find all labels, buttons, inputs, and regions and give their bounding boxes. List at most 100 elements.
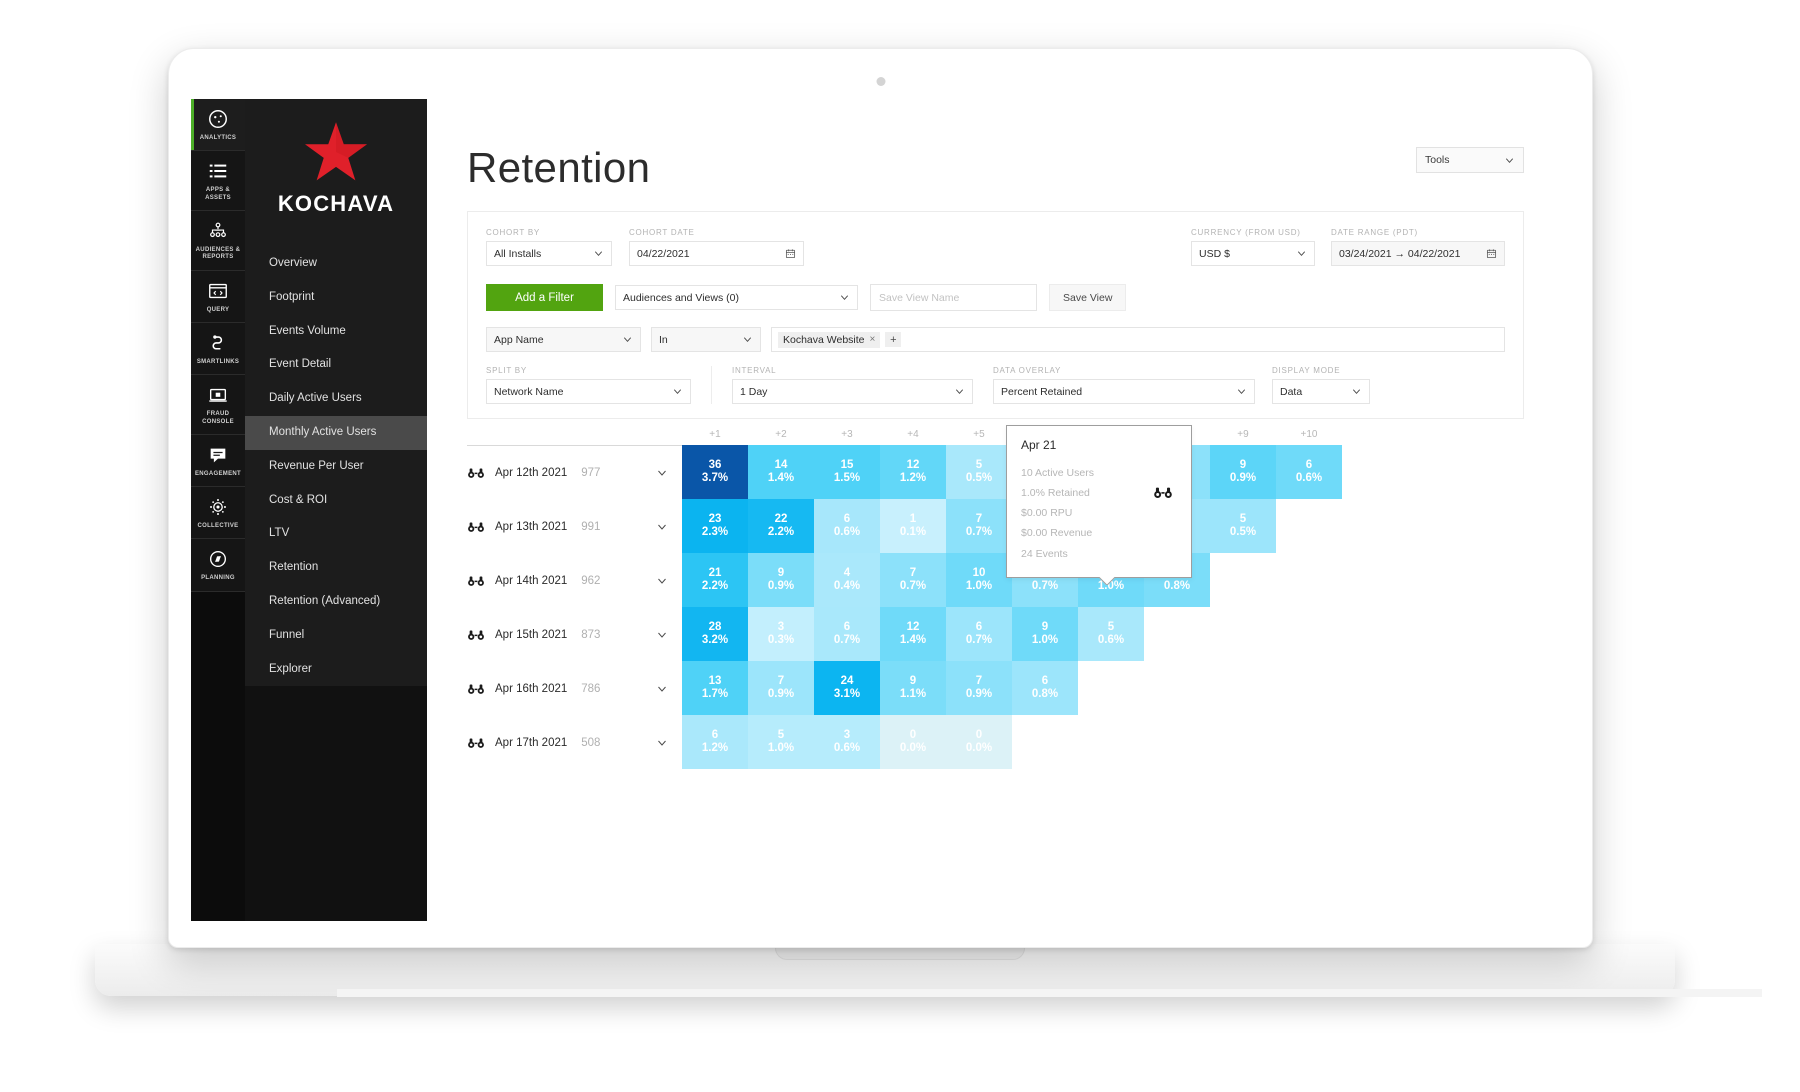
nav-item-retention-advanced[interactable]: Retention (Advanced) — [245, 585, 427, 619]
date-range-input[interactable]: 03/24/2021 → 04/22/2021 — [1331, 241, 1505, 266]
nav-item-cost-and-roi[interactable]: Cost & ROI — [245, 484, 427, 518]
rail-item-query[interactable]: QUERY — [191, 271, 245, 323]
binoculars-icon[interactable] — [467, 737, 485, 749]
rail-item-audiences-reports[interactable]: AUDIENCES & REPORTS — [191, 211, 245, 271]
save-view-name-input[interactable]: Save View Name — [870, 284, 1037, 311]
rail-item-planning[interactable]: PLANNING — [191, 539, 245, 592]
nav-item-footprint[interactable]: Footprint — [245, 281, 427, 315]
heatmap-cell[interactable]: 40.4% — [814, 553, 880, 607]
nav-item-retention[interactable]: Retention — [245, 551, 427, 585]
nav-item-explorer[interactable]: Explorer — [245, 653, 427, 687]
condition-value-tagbox[interactable]: Kochava Website × + — [771, 327, 1505, 352]
display-mode-value: Data — [1280, 385, 1303, 398]
nav-item-funnel[interactable]: Funnel — [245, 619, 427, 653]
heatmap-cell[interactable]: 15 1.5% — [814, 445, 880, 499]
nav-item-event-detail[interactable]: Event Detail — [245, 348, 427, 382]
heatmap-cell[interactable]: 6 0.8% — [1012, 661, 1078, 715]
heatmap-cell[interactable]: 0 0.0% — [880, 715, 946, 769]
heatmap-cell[interactable]: 23 2.3% — [682, 499, 748, 553]
heatmap-cell[interactable]: 5 1.0% — [748, 715, 814, 769]
heatmap-row-label[interactable]: Apr 17th 2021 508 — [467, 716, 682, 770]
binoculars-icon[interactable] — [467, 629, 485, 641]
heatmap-cell[interactable]: 6 0.7% — [814, 607, 880, 661]
cohort-by-select[interactable]: All Installs — [486, 241, 612, 266]
heatmap-cell[interactable]: 60.6% — [1276, 445, 1342, 499]
nav-item-monthly-active-users[interactable]: Monthly Active Users — [245, 415, 427, 450]
heatmap-cell[interactable]: 9 0.9% — [1210, 445, 1276, 499]
heatmap-cell[interactable]: 21 2.2% — [682, 553, 748, 607]
chevron-down-icon[interactable] — [656, 683, 668, 695]
heatmap-cell[interactable]: 13 1.7% — [682, 661, 748, 715]
display-mode-select[interactable]: Data — [1272, 379, 1370, 404]
nav-item-daily-active-users[interactable]: Daily Active Users — [245, 382, 427, 416]
heatmap-cell[interactable]: 7 0.9% — [946, 661, 1012, 715]
heatmap-row-label[interactable]: Apr 15th 2021 873 — [467, 608, 682, 662]
heatmap-cell[interactable]: 1 0.1% — [880, 499, 946, 553]
calendar-icon[interactable] — [1486, 248, 1497, 259]
audiences-and-views-select[interactable]: Audiences and Views (0) — [615, 285, 858, 310]
heatmap-cell[interactable]: 7 0.9% — [748, 661, 814, 715]
data-overlay-select[interactable]: Percent Retained — [993, 379, 1255, 404]
save-view-button[interactable]: Save View — [1049, 284, 1127, 311]
currency-select[interactable]: USD $ — [1191, 241, 1315, 266]
heatmap-cell[interactable]: 50.5% — [1210, 499, 1276, 553]
heatmap-cell[interactable]: 70.7% — [946, 499, 1012, 553]
condition-tag[interactable]: Kochava Website × — [778, 331, 881, 348]
heatmap-cell[interactable]: 0 0.0% — [946, 715, 1012, 769]
heatmap-cell[interactable]: 3 0.6% — [814, 715, 880, 769]
binoculars-icon[interactable] — [1153, 486, 1173, 499]
rail-item-analytics[interactable]: ANALYTICS — [191, 99, 245, 152]
chevron-down-icon[interactable] — [656, 521, 668, 533]
heatmap-row-label[interactable]: Apr 12th 2021 977 — [467, 446, 682, 500]
tools-dropdown[interactable]: Tools — [1416, 147, 1524, 173]
chevron-down-icon[interactable] — [656, 629, 668, 641]
heatmap-cell[interactable]: 12 1.2% — [880, 445, 946, 499]
binoculars-icon[interactable] — [467, 575, 485, 587]
heatmap-cell[interactable]: 5 0.6% — [1078, 607, 1144, 661]
nav-item-revenue-per-user[interactable]: Revenue Per User — [245, 450, 427, 484]
heatmap-row-label[interactable]: Apr 13th 2021 991 — [467, 500, 682, 554]
rail-item-fraud-console[interactable]: FRAUD CONSOLE — [191, 375, 245, 435]
interval-select[interactable]: 1 Day — [732, 379, 973, 404]
heatmap-cell[interactable]: 50.5% — [946, 445, 1012, 499]
heatmap-cell[interactable]: 6 1.2% — [682, 715, 748, 769]
condition-operator-select[interactable]: In — [651, 327, 761, 352]
chevron-down-icon[interactable] — [656, 467, 668, 479]
add-tag-button[interactable]: + — [885, 332, 902, 347]
heatmap-cell[interactable]: 3 0.3% — [748, 607, 814, 661]
close-icon[interactable]: × — [870, 334, 876, 345]
heatmap-cell[interactable]: 101.0% — [946, 553, 1012, 607]
heatmap-cell[interactable]: 70.7% — [880, 553, 946, 607]
rail-item-engagement[interactable]: ENGAGEMENT — [191, 435, 245, 488]
split-by-select[interactable]: Network Name — [486, 379, 691, 404]
heatmap-row-label[interactable]: Apr 14th 2021 962 — [467, 554, 682, 608]
heatmap-cell[interactable]: 14 1.4% — [748, 445, 814, 499]
heatmap-cell[interactable]: 9 1.1% — [880, 661, 946, 715]
heatmap-row-label[interactable]: Apr 16th 2021 786 — [467, 662, 682, 716]
heatmap-cell[interactable]: 28 3.2% — [682, 607, 748, 661]
nav-item-overview[interactable]: Overview — [245, 247, 427, 281]
binoculars-icon[interactable] — [467, 521, 485, 533]
cohort-date-input[interactable]: 04/22/2021 — [629, 241, 804, 266]
heatmap-cell[interactable]: 60.6% — [814, 499, 880, 553]
rail-item-apps-assets[interactable]: APPS & ASSETS — [191, 151, 245, 211]
add-filter-button[interactable]: Add a Filter — [486, 284, 603, 311]
heatmap-cell-value: 7 — [975, 512, 983, 525]
heatmap-cell[interactable]: 9 0.9% — [748, 553, 814, 607]
calendar-icon[interactable] — [785, 248, 796, 259]
heatmap-cell[interactable]: 24 3.1% — [814, 661, 880, 715]
binoculars-icon[interactable] — [467, 683, 485, 695]
rail-item-smartlinks[interactable]: SMARTLINKS — [191, 323, 245, 376]
heatmap-cell[interactable]: 9 1.0% — [1012, 607, 1078, 661]
nav-item-ltv[interactable]: LTV — [245, 517, 427, 551]
heatmap-cell[interactable]: 6 0.7% — [946, 607, 1012, 661]
binoculars-icon[interactable] — [467, 467, 485, 479]
rail-item-collective[interactable]: COLLECTIVE — [191, 487, 245, 540]
chevron-down-icon[interactable] — [656, 575, 668, 587]
heatmap-cell[interactable]: 22 2.2% — [748, 499, 814, 553]
heatmap-cell[interactable]: 36 3.7% — [682, 445, 748, 499]
condition-field-select[interactable]: App Name — [486, 327, 641, 352]
heatmap-cell[interactable]: 12 1.4% — [880, 607, 946, 661]
chevron-down-icon[interactable] — [656, 737, 668, 749]
nav-item-events-volume[interactable]: Events Volume — [245, 315, 427, 349]
